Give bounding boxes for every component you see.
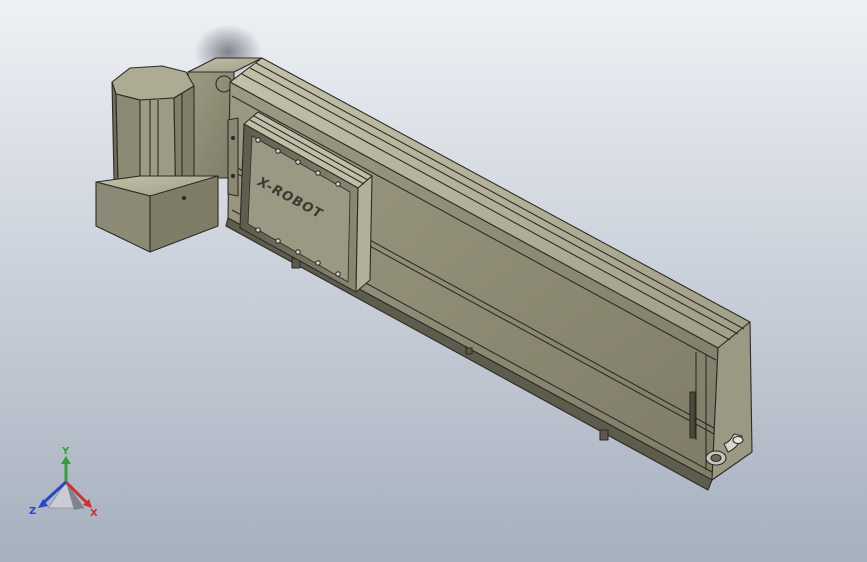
view-orientation-triad[interactable]: Y X Z — [28, 446, 104, 522]
z-axis-label: Z — [29, 506, 36, 517]
graphics-viewport[interactable]: X-ROBOT Y X Z — [0, 0, 867, 562]
y-axis-arrow-icon — [61, 456, 71, 464]
linear-actuator-model[interactable]: X-ROBOT — [0, 0, 867, 562]
y-axis-label: Y — [61, 446, 70, 457]
actuator-body[interactable] — [225, 57, 753, 491]
x-axis-label: X — [90, 508, 98, 519]
